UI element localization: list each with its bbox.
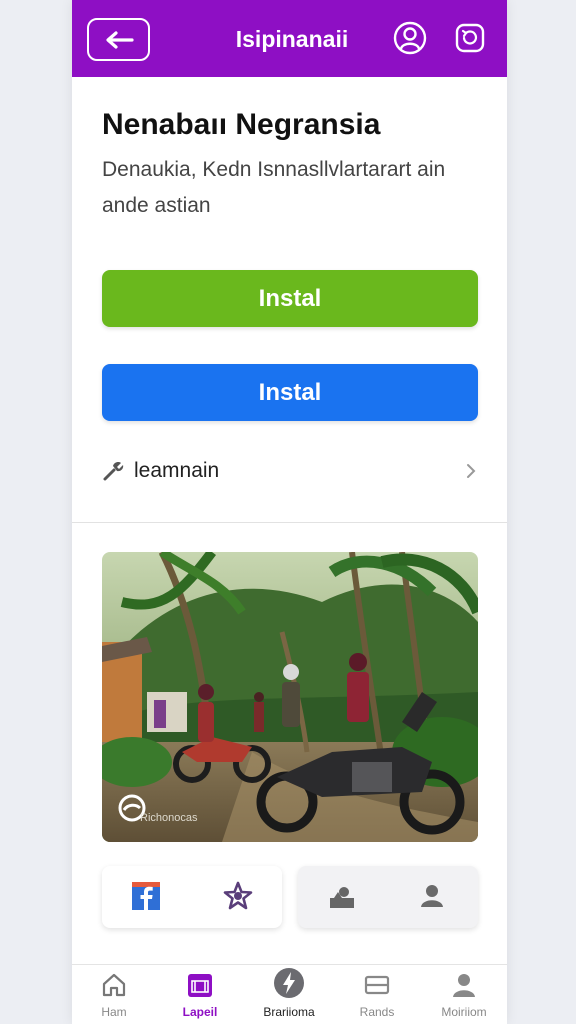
- refresh-icon[interactable]: [452, 20, 488, 56]
- list-item-label: leamnain: [134, 459, 220, 482]
- install-button-primary[interactable]: Instal: [102, 270, 478, 327]
- list-item[interactable]: leamnain: [100, 446, 480, 496]
- nav-label-lapeil: Lapeil: [182, 1005, 218, 1019]
- arrow-left-icon: [105, 30, 134, 49]
- nav-item-profile[interactable]: Moiriiom: [424, 971, 504, 1019]
- page-description: Denaukia, Kedn Isnnasllvlartarart ain an…: [102, 158, 446, 217]
- person-icon: [453, 974, 475, 997]
- nav-item-lapeil[interactable]: Lapeil: [160, 971, 240, 1019]
- page-title: Nenabaıı Negransia: [102, 108, 381, 141]
- home-icon: [102, 973, 126, 997]
- share-card-contacts[interactable]: [298, 866, 478, 928]
- header-title: Isipinanaii: [235, 26, 349, 52]
- calendar-icon: [188, 974, 212, 997]
- share-card-social[interactable]: [102, 866, 282, 928]
- wrench-icon: [103, 462, 124, 481]
- person-icon[interactable]: [416, 880, 448, 912]
- upload-person-icon[interactable]: [326, 880, 358, 912]
- card-icon: [364, 975, 390, 995]
- chevron-right-icon: [467, 464, 476, 478]
- divider: [72, 522, 507, 523]
- nav-item-home[interactable]: Ham: [74, 971, 154, 1019]
- install-button-secondary[interactable]: Instal: [102, 364, 478, 421]
- photo-caption: Richonocas: [140, 812, 198, 824]
- nav-label-center: Brariioma: [263, 1005, 315, 1019]
- app-header: Isipinanaii: [72, 0, 507, 77]
- nav-label-home: Ham: [101, 1005, 127, 1019]
- app-screen: Isipinanaii Nenabaıı Negransia Denaukia,…: [72, 0, 507, 1024]
- nav-item-center[interactable]: Brariioma: [249, 968, 329, 1019]
- back-button[interactable]: [87, 18, 150, 61]
- nav-item-rands[interactable]: Rands: [337, 971, 417, 1019]
- user-profile-icon[interactable]: [392, 20, 428, 56]
- lightning-icon: [274, 968, 304, 998]
- nav-label-rands: Rands: [359, 1005, 395, 1019]
- facebook-icon[interactable]: [130, 880, 162, 912]
- star-badge-icon[interactable]: [222, 880, 254, 912]
- nav-label-profile: Moiriiom: [441, 1005, 487, 1019]
- bottom-navigation: Ham Lapeil Brariioma Rands Moiriiom: [72, 964, 507, 1024]
- photo-image: [102, 552, 478, 842]
